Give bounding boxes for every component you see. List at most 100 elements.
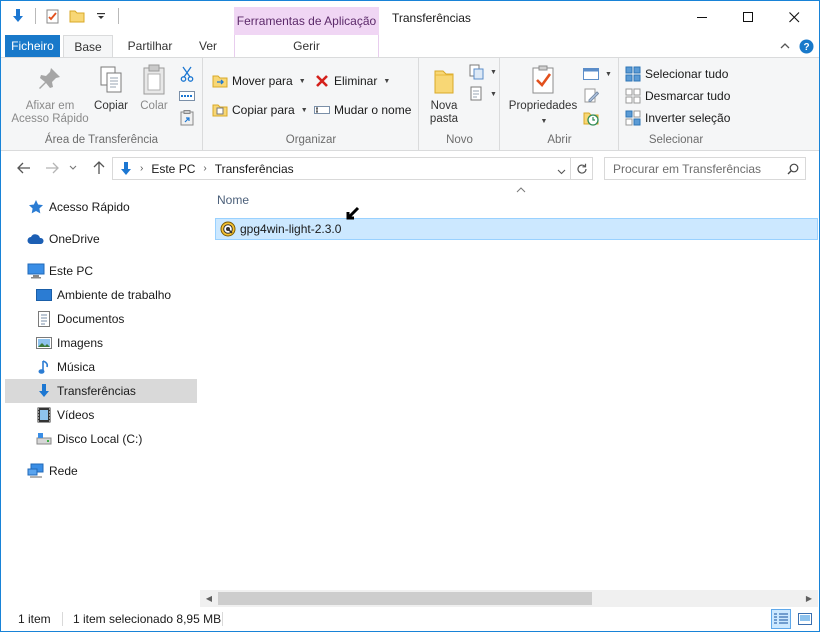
properties-button[interactable]: Propriedades ▼ [507, 64, 579, 128]
tab-manage[interactable]: Gerir [234, 35, 379, 57]
copy-to-label: Copiar para [232, 103, 295, 117]
nav-music[interactable]: Música [5, 355, 197, 379]
back-arrow-icon[interactable] [15, 158, 33, 178]
group-organize: Mover para ▼ Copiar para ▼ Eliminar ▼ Mu… [204, 58, 419, 150]
new-folder-label: Nova pasta [429, 100, 459, 125]
search-icon[interactable] [787, 163, 799, 178]
nav-downloads[interactable]: Transferências [5, 379, 197, 403]
horizontal-scrollbar[interactable]: ◀ ▶ [200, 590, 818, 607]
gpg4win-installer-icon [219, 220, 237, 238]
delete-button[interactable]: Eliminar ▼ [314, 73, 390, 89]
maximize-button[interactable] [725, 1, 771, 33]
large-icons-view-icon[interactable] [795, 609, 815, 629]
up-arrow-icon[interactable] [90, 158, 108, 178]
invert-selection-button[interactable]: Inverter seleção [625, 110, 730, 126]
paste-label: Colar [140, 100, 168, 112]
ribbon-collapse-chevron-icon[interactable] [777, 38, 793, 54]
paste-icon [138, 64, 170, 96]
rename-label: Mudar o nome [334, 103, 412, 117]
nav-local-disk[interactable]: Disco Local (C:) [5, 427, 197, 451]
drive-icon [35, 430, 53, 448]
column-header-name[interactable]: Nome [217, 193, 249, 207]
breadcrumb-downloads[interactable]: Transferências [215, 162, 294, 176]
new-folder-button[interactable]: Nova pasta [426, 64, 462, 126]
refresh-icon[interactable] [570, 158, 592, 179]
clipboard-group-label: Área de Transferência [44, 134, 159, 146]
search-box[interactable]: Procurar em Transferências [604, 157, 806, 180]
delete-label: Eliminar [334, 74, 378, 88]
close-button[interactable] [771, 1, 817, 33]
scroll-thumb[interactable] [218, 592, 592, 605]
address-dropdown-chevron-icon[interactable] [557, 164, 566, 178]
nav-label: Vídeos [57, 408, 95, 422]
desktop-icon [35, 286, 53, 304]
nav-videos[interactable]: Vídeos [5, 403, 197, 427]
nav-label: Música [57, 360, 96, 374]
copy-button[interactable]: Copiar [91, 64, 131, 113]
move-to-button[interactable]: Mover para ▼ [212, 73, 306, 89]
details-view-icon[interactable] [771, 609, 791, 629]
nav-desktop[interactable]: Ambiente de trabalho [5, 283, 197, 307]
select-none-button[interactable]: Desmarcar tudo [625, 88, 730, 104]
paste-shortcut-button[interactable] [179, 110, 195, 126]
forward-arrow-icon[interactable] [43, 158, 61, 178]
nav-this-pc[interactable]: Este PC [5, 259, 197, 283]
select-none-label: Desmarcar tudo [645, 89, 731, 103]
properties-dropdown-icon: ▼ [540, 118, 548, 125]
tab-share[interactable]: Partilhar [121, 35, 179, 57]
open-window-icon [583, 66, 599, 82]
edit-button[interactable] [583, 88, 599, 104]
delete-x-icon [314, 73, 330, 89]
navigation-bar: › Este PC › Transferências Procurar em T… [1, 152, 819, 184]
new-item-dropdown-icon: ▼ [490, 68, 497, 76]
properties-label: Propriedades [508, 100, 578, 112]
tab-view[interactable]: Ver [191, 35, 225, 57]
select-all-button[interactable]: Selecionar tudo [625, 66, 728, 82]
new-item-icon [468, 64, 484, 80]
scroll-right-arrow-icon[interactable]: ▶ [802, 592, 816, 605]
select-group-label: Selecionar [648, 134, 704, 146]
file-row[interactable]: gpg4win-light-2.3.0 [215, 218, 818, 240]
group-new: Nova pasta ▼ ▼ Novo [420, 58, 500, 150]
scroll-left-arrow-icon[interactable]: ◀ [202, 592, 216, 605]
nav-label: Este PC [49, 264, 94, 278]
pin-quick-access-button[interactable]: Afixar em Acesso Rápido [11, 64, 89, 126]
nav-documents[interactable]: Documentos [5, 307, 197, 331]
copy-path-button[interactable] [179, 88, 195, 104]
new-item-button[interactable]: ▼ [468, 64, 497, 80]
address-bar[interactable]: › Este PC › Transferências [112, 157, 593, 180]
recent-locations-chevron-icon[interactable] [67, 158, 79, 178]
help-icon[interactable]: ? [798, 38, 814, 54]
ribbon-home: Afixar em Acesso Rápido Copiar Colar Áre… [1, 57, 819, 151]
minimize-button[interactable] [679, 1, 725, 33]
copy-label: Copiar [94, 100, 128, 112]
downloads-location-icon [116, 159, 136, 179]
tab-file[interactable]: Ficheiro [5, 35, 60, 57]
copy-to-button[interactable]: Copiar para ▼ [212, 102, 308, 118]
group-clipboard: Afixar em Acesso Rápido Copiar Colar Áre… [1, 58, 203, 150]
move-to-folder-icon [212, 73, 228, 89]
pin-icon [34, 64, 66, 96]
tab-home[interactable]: Base [63, 35, 113, 58]
nav-pictures[interactable]: Imagens [5, 331, 197, 355]
nav-label: Rede [49, 464, 78, 478]
easy-access-button[interactable]: ▼ [468, 86, 497, 102]
nav-quick-access[interactable]: Acesso Rápido [5, 195, 197, 219]
rename-button[interactable]: Mudar o nome [314, 102, 411, 118]
nav-network[interactable]: Rede [5, 459, 197, 483]
video-icon [35, 406, 53, 424]
invert-selection-icon [625, 110, 641, 126]
properties-qat-icon[interactable] [44, 7, 62, 25]
breadcrumb-this-pc[interactable]: Este PC [151, 162, 195, 176]
copy-path-icon [179, 88, 195, 104]
cut-button[interactable] [179, 66, 195, 82]
paste-button[interactable]: Colar [135, 64, 173, 113]
customize-qat-dropdown-icon[interactable] [92, 7, 110, 25]
nav-onedrive[interactable]: OneDrive [5, 227, 197, 251]
new-folder-qat-icon[interactable] [68, 7, 86, 25]
history-button[interactable] [583, 110, 599, 126]
open-button[interactable]: ▼ [583, 66, 612, 82]
document-icon [35, 310, 53, 328]
nav-label: Ambiente de trabalho [57, 288, 172, 302]
status-separator [62, 612, 63, 626]
